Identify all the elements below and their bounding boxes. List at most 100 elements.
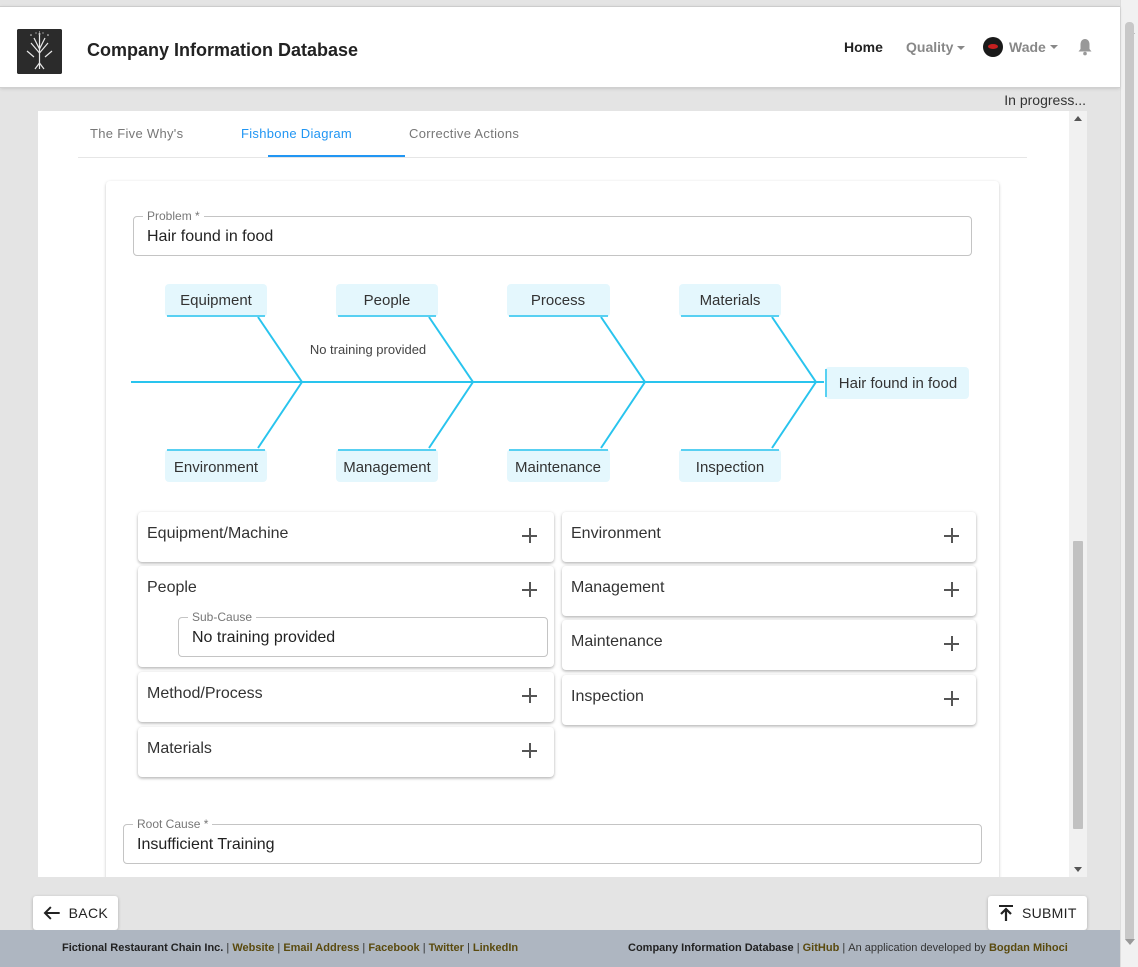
bell-icon[interactable]: [1077, 38, 1093, 56]
bone-environment: [257, 381, 303, 449]
bone-materials: [771, 316, 817, 383]
footer-right: Company Information Database | GitHub | …: [628, 942, 1068, 954]
tab-five-whys[interactable]: The Five Why's: [90, 126, 183, 141]
category-label-materials: Materials: [700, 292, 761, 309]
cause-title: Materials: [147, 740, 212, 757]
footer-link-facebook[interactable]: Facebook: [368, 942, 419, 954]
footer-link-author[interactable]: Bogdan Mihoci: [989, 942, 1068, 954]
add-icon[interactable]: [522, 688, 537, 703]
problem-field-value: Hair found in food: [147, 228, 274, 245]
cause-title: Environment: [571, 525, 661, 542]
scroll-up-arrow-icon[interactable]: [1074, 116, 1082, 121]
cause-card-people: People Sub-Cause No training provided: [138, 566, 554, 667]
cause-card-equipment-machine: Equipment/Machine: [138, 512, 554, 562]
add-icon[interactable]: [944, 528, 959, 543]
add-icon[interactable]: [522, 743, 537, 758]
cause-title: Equipment/Machine: [147, 525, 289, 542]
problem-field[interactable]: Problem * Hair found in food: [133, 209, 972, 256]
root-cause-field-value: Insufficient Training: [137, 836, 275, 853]
category-box-environment: Environment: [165, 449, 267, 482]
add-icon[interactable]: [944, 636, 959, 651]
tab-corrective-actions[interactable]: Corrective Actions: [409, 126, 519, 141]
cause-card-materials: Materials: [138, 727, 554, 777]
panel-scroll-thumb[interactable]: [1073, 541, 1083, 829]
nav-quality-label: Quality: [906, 39, 954, 55]
cause-title: Method/Process: [147, 685, 263, 702]
sub-cause-label: No training provided: [310, 342, 426, 357]
add-icon[interactable]: [944, 691, 959, 706]
bone-people: [428, 316, 474, 383]
panel-scrollbar[interactable]: [1069, 111, 1087, 877]
footer: Fictional Restaurant Chain Inc. | Websit…: [0, 930, 1120, 967]
category-box-maintenance: Maintenance: [507, 449, 610, 482]
footer-separator: |: [842, 942, 846, 954]
footer-app-name: Company Information Database: [628, 942, 794, 954]
footer-separator: |: [466, 942, 470, 954]
category-label-management: Management: [343, 459, 431, 476]
footer-separator: |: [422, 942, 426, 954]
footer-link-twitter[interactable]: Twitter: [429, 942, 464, 954]
tab-fishbone-diagram[interactable]: Fishbone Diagram: [241, 126, 352, 141]
bone-maintenance: [600, 381, 646, 449]
main-panel: The Five Why's Fishbone Diagram Correcti…: [38, 111, 1069, 877]
arrow-left-icon: [43, 906, 60, 920]
problem-field-label: Problem *: [143, 209, 204, 223]
footer-link-email[interactable]: Email Address: [283, 942, 359, 954]
root-cause-field[interactable]: Root Cause * Insufficient Training: [123, 817, 982, 864]
category-label-environment: Environment: [174, 459, 259, 476]
sub-cause-field-value: No training provided: [192, 629, 336, 646]
add-icon[interactable]: [944, 582, 959, 597]
back-button-label: BACK: [68, 905, 108, 921]
footer-separator: |: [796, 942, 800, 954]
category-label-process: Process: [531, 292, 585, 309]
category-box-materials: Materials: [679, 284, 781, 317]
chevron-down-icon: [1049, 45, 1058, 49]
footer-developed-by: An application developed by: [848, 942, 986, 954]
scroll-down-arrow-icon[interactable]: [1074, 867, 1082, 872]
upload-icon: [999, 905, 1013, 921]
category-box-management: Management: [336, 449, 438, 482]
back-button[interactable]: BACK: [33, 896, 118, 930]
footer-company: Fictional Restaurant Chain Inc.: [62, 942, 224, 954]
cause-title: Management: [571, 579, 665, 596]
tab-active-indicator: [268, 155, 405, 157]
bone-equipment: [257, 316, 303, 383]
footer-left: Fictional Restaurant Chain Inc. | Websit…: [62, 942, 518, 954]
fishbone-head-label: Hair found in food: [839, 375, 957, 392]
fishbone-card: Problem * Hair found in food Equipment P…: [106, 181, 999, 877]
submit-button[interactable]: SUBMIT: [988, 896, 1087, 930]
user-menu-dropdown[interactable]: Wade: [983, 37, 1058, 57]
footer-separator: |: [277, 942, 281, 954]
sub-cause-field-label: Sub-Cause: [188, 610, 257, 624]
category-label-people: People: [364, 292, 411, 309]
cause-card-inspection: Inspection: [562, 675, 976, 725]
submit-button-label: SUBMIT: [1022, 905, 1077, 921]
tree-logo-icon[interactable]: [17, 29, 62, 74]
cause-card-management: Management: [562, 566, 976, 616]
category-label-equipment: Equipment: [180, 292, 253, 309]
footer-link-linkedin[interactable]: LinkedIn: [473, 942, 518, 954]
window-scroll-thumb[interactable]: [1125, 22, 1134, 942]
add-icon[interactable]: [522, 582, 537, 597]
fishbone-head: Hair found in food: [825, 367, 969, 399]
avatar: [983, 37, 1003, 57]
cause-card-method-process: Method/Process: [138, 672, 554, 722]
category-label-inspection: Inspection: [696, 459, 764, 476]
app-title[interactable]: Company Information Database: [87, 40, 358, 61]
nav-home-link[interactable]: Home: [844, 39, 883, 55]
bone-management: [428, 381, 474, 449]
user-name-label: Wade: [1009, 39, 1046, 55]
bone-process: [600, 316, 646, 383]
sub-cause-field[interactable]: Sub-Cause No training provided: [178, 610, 548, 657]
scroll-down-arrow-icon[interactable]: [1125, 939, 1135, 945]
footer-link-website[interactable]: Website: [232, 942, 274, 954]
nav-quality-dropdown[interactable]: Quality: [906, 39, 966, 55]
cause-title: Inspection: [571, 688, 644, 705]
footer-separator: |: [362, 942, 366, 954]
category-box-process: Process: [507, 284, 610, 317]
category-box-inspection: Inspection: [679, 449, 781, 482]
add-icon[interactable]: [522, 528, 537, 543]
window-scrollbar[interactable]: [1120, 0, 1138, 967]
bone-inspection: [771, 381, 817, 449]
footer-link-github[interactable]: GitHub: [803, 942, 840, 954]
